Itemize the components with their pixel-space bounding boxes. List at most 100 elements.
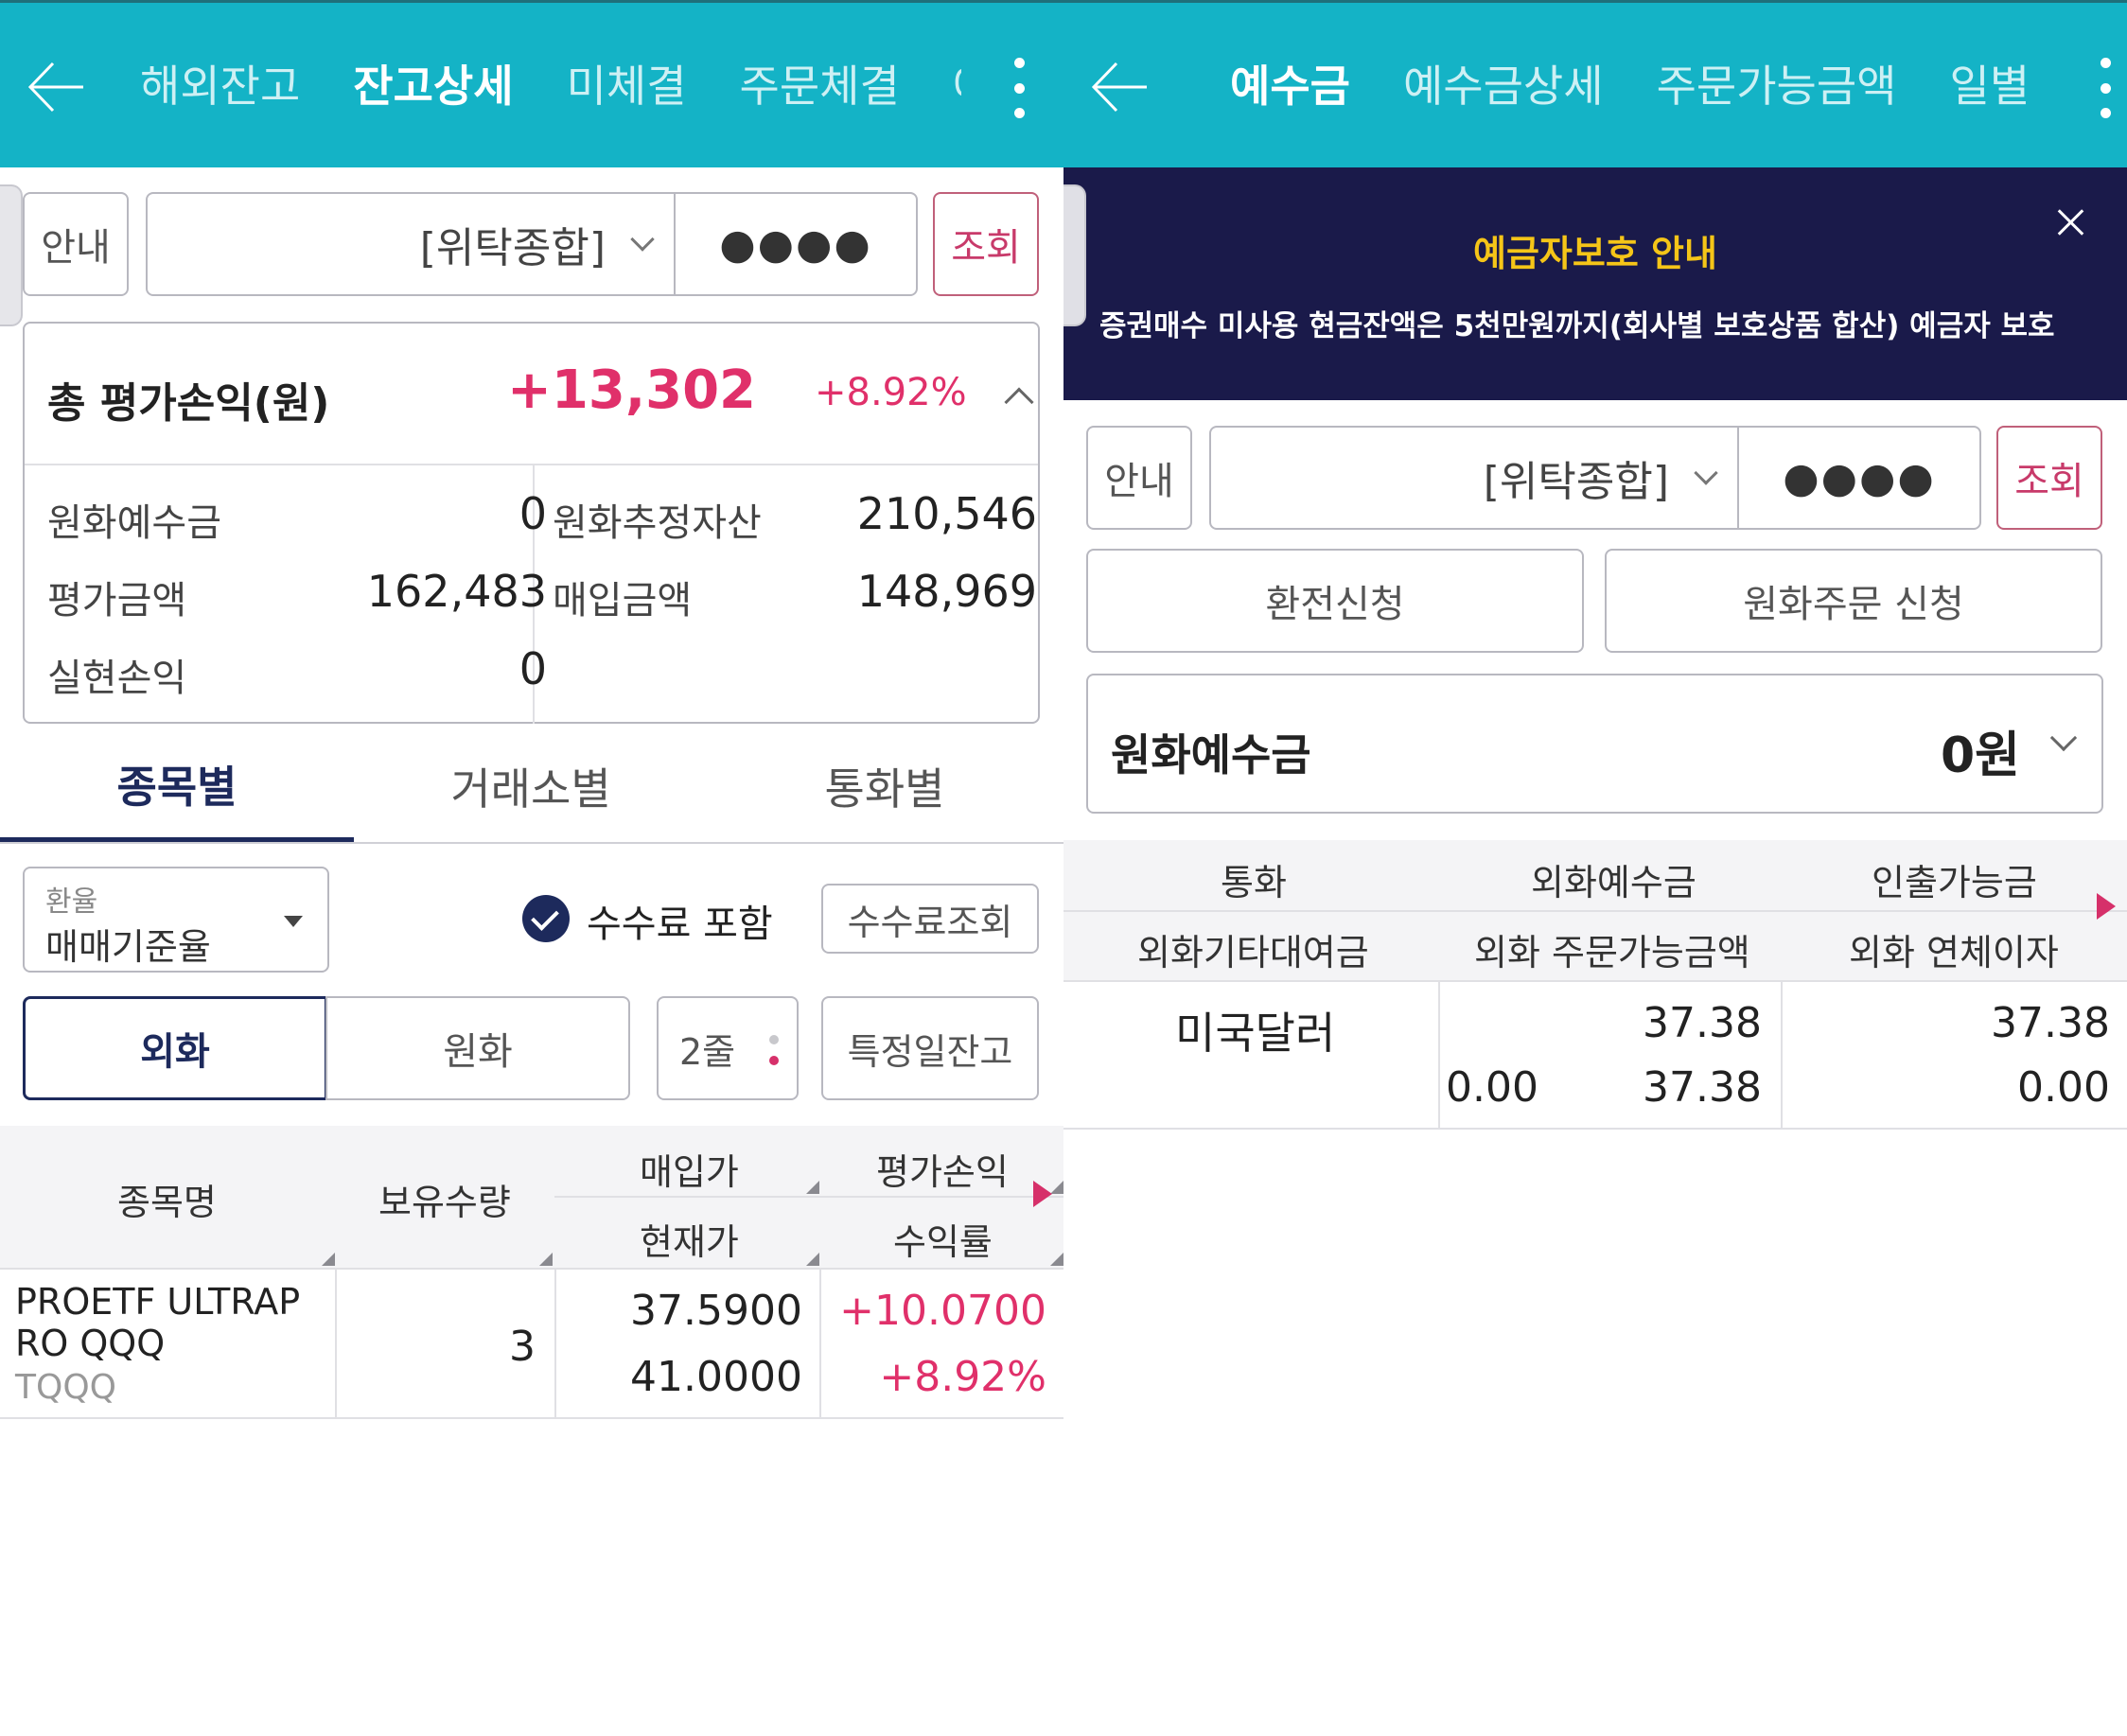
col-header-fx-orderable[interactable]: 외화 주문가능금액 xyxy=(1474,923,1750,975)
exchange-request-button[interactable]: 환전신청 xyxy=(1086,549,1584,653)
fee-include-checkbox[interactable] xyxy=(522,895,570,942)
krw-deposit-card[interactable]: 원화예수금 0원 xyxy=(1086,674,2103,814)
banner-title: 예금자보호 안내 xyxy=(1473,233,1717,274)
tab-balance-detail[interactable]: 잔고상세 xyxy=(353,3,513,170)
balance-detail-panel: 해외잔고 잔고상세 미체결 주문체결 예 안내 [위탁종합] ●●●● 조회 총… xyxy=(0,0,1064,1736)
total-pl-label: 총 평가손익(원) xyxy=(47,379,330,428)
banner-message: 증권매수 미사용 현금잔액은 5천만원까지(회사별 보호상품 합산) 예금자 보… xyxy=(1099,309,2055,343)
back-arrow-icon[interactable] xyxy=(26,58,85,116)
eval-pl: +10.0700 xyxy=(839,1287,1046,1335)
summary-header: 총 평가손익(원) +13,302 +8.92% xyxy=(25,324,1038,465)
tab-deposit[interactable]: 예수금 xyxy=(1230,3,1350,170)
col-header-other-loan[interactable]: 외화기타대여금 xyxy=(1137,923,1369,975)
table-row[interactable]: 미국달러 0.00 37.38 37.38 37.38 0.00 xyxy=(1064,980,2127,1130)
nav-tabs: 해외잔고 잔고상세 미체결 주문체결 예 xyxy=(140,3,961,170)
tab-orderable-amount[interactable]: 주문가능금액 xyxy=(1657,3,1897,170)
tab-overseas-balance[interactable]: 해외잔고 xyxy=(140,3,300,170)
tab-daily[interactable]: 일별 xyxy=(1950,3,2030,170)
holdings-table-header: 종목명 보유수량 매입가 평가손익 현재가 수익률 xyxy=(0,1126,1064,1268)
scroll-right-arrow-icon[interactable] xyxy=(2097,893,2116,920)
guide-button[interactable]: 안내 xyxy=(23,192,129,296)
tab-unfilled[interactable]: 미체결 xyxy=(567,3,687,170)
col-header-overdue-interest[interactable]: 외화 연체이자 xyxy=(1849,923,2059,975)
summary-item: 원화추정자산 210,546 xyxy=(553,488,1037,545)
col-header-pl[interactable]: 평가손익 xyxy=(876,1143,1009,1195)
stock-ticker: TQQQ xyxy=(15,1368,116,1407)
col-header-fx-deposit[interactable]: 외화예수금 xyxy=(1531,853,1696,905)
tab-by-exchange[interactable]: 거래소별 xyxy=(354,730,708,842)
summary-item: 원화예수금 0 xyxy=(47,488,547,545)
deposit-panel: 예수금 예수금상세 주문가능금액 일별 예금자보호 안내 증권매수 미사용 현금… xyxy=(1064,0,2127,1736)
table-row[interactable]: PROETF ULTRAP RO QQQ TQQQ 3 37.5900 41.0… xyxy=(0,1268,1064,1419)
overdue-interest-value: 0.00 xyxy=(2017,1063,2110,1112)
nav-tabs: 예수금 예수금상세 주문가능금액 일별 xyxy=(1230,3,2127,170)
more-menu-icon[interactable] xyxy=(2083,58,2127,118)
fee-query-button[interactable]: 수수료조회 xyxy=(821,884,1039,954)
fx-deposit-value: 37.38 xyxy=(1643,999,1762,1047)
chevron-down-icon xyxy=(1694,461,1718,485)
withdrawable-value: 37.38 xyxy=(1991,999,2110,1047)
total-pl-percent: +8.92% xyxy=(815,371,967,414)
chevron-down-icon xyxy=(630,227,655,252)
fee-include-label: 수수료 포함 xyxy=(587,903,773,946)
summary-item: 실현손익 0 xyxy=(47,643,547,700)
account-name: [위탁종합] xyxy=(1211,428,1739,528)
account-selector[interactable]: [위탁종합] ●●●● xyxy=(1209,426,1981,530)
summary-item: 평가금액 162,483 xyxy=(47,566,547,623)
total-pl-value: +13,302 xyxy=(507,359,757,421)
scroll-right-arrow-icon[interactable] xyxy=(1033,1181,1052,1207)
close-icon[interactable] xyxy=(2053,205,2087,239)
more-menu-icon[interactable] xyxy=(1005,58,1033,118)
holding-qty: 3 xyxy=(509,1323,536,1371)
back-arrow-icon[interactable] xyxy=(1090,58,1149,116)
other-loan-value: 0.00 xyxy=(1446,1063,1538,1112)
account-selector[interactable]: [위탁종합] ●●●● xyxy=(146,192,918,296)
tab-deposit-detail[interactable]: 예수금상세 xyxy=(1403,3,1604,170)
return-rate: +8.92% xyxy=(879,1353,1046,1401)
col-header-qty[interactable]: 보유수량 xyxy=(378,1173,511,1225)
password-field[interactable]: ●●●● xyxy=(676,194,916,294)
dots-icon xyxy=(769,1035,779,1065)
summary-item: 매입금액 148,969 xyxy=(553,566,1037,623)
krw-deposit-label: 원화예수금 xyxy=(1111,729,1311,780)
col-header-currency[interactable]: 통화 xyxy=(1221,853,1287,905)
top-nav-bar: 예수금 예수금상세 주문가능금액 일별 xyxy=(1064,0,2127,167)
top-nav-bar: 해외잔고 잔고상세 미체결 주문체결 예 xyxy=(0,0,1064,167)
col-header-cur-price[interactable]: 현재가 xyxy=(640,1213,739,1265)
line-count-button[interactable]: 2줄 xyxy=(657,996,799,1100)
col-header-rate[interactable]: 수익률 xyxy=(893,1213,993,1265)
col-header-name[interactable]: 종목명 xyxy=(117,1173,217,1225)
side-drawer-handle[interactable] xyxy=(1064,184,1086,326)
currency-fx-toggle[interactable]: 외화 xyxy=(23,996,327,1100)
chevron-down-icon xyxy=(2049,724,2078,752)
buy-price: 37.5900 xyxy=(630,1287,802,1335)
password-field[interactable]: ●●●● xyxy=(1739,428,1979,528)
fx-table-header: 통화 외화예수금 인출가능금 외화기타대여금 외화 주문가능금액 외화 연체이자 xyxy=(1064,840,2127,980)
tab-order-fill[interactable]: 주문체결 xyxy=(740,3,900,170)
exchange-rate-caption: 환율 xyxy=(45,886,98,919)
view-subtabs: 종목별 거래소별 통화별 xyxy=(0,730,1064,844)
exchange-rate-select[interactable]: 환율 매매기준율 xyxy=(23,867,329,973)
dropdown-triangle-icon xyxy=(284,916,303,927)
current-price: 41.0000 xyxy=(630,1353,802,1401)
stock-name-line2: RO QQQ xyxy=(15,1323,166,1364)
col-header-buy-price[interactable]: 매입가 xyxy=(640,1143,739,1195)
depositor-protection-banner: 예금자보호 안내 증권매수 미사용 현금잔액은 5천만원까지(회사별 보호상품 … xyxy=(1064,167,2127,400)
query-button[interactable]: 조회 xyxy=(1996,426,2102,530)
stock-name-line1: PROETF ULTRAP xyxy=(15,1281,301,1323)
total-summary-card: 총 평가손익(원) +13,302 +8.92% 원화예수금 0 원화추정자산 … xyxy=(23,322,1040,724)
guide-button[interactable]: 안내 xyxy=(1086,426,1192,530)
exchange-rate-value: 매매기준율 xyxy=(45,926,211,968)
specific-date-balance-button[interactable]: 특정일잔고 xyxy=(821,996,1039,1100)
currency-krw-toggle[interactable]: 원화 xyxy=(325,996,630,1100)
collapse-chevron-icon[interactable] xyxy=(1004,387,1034,417)
tab-by-stock[interactable]: 종목별 xyxy=(0,730,354,842)
col-header-withdrawable[interactable]: 인출가능금 xyxy=(1872,853,2037,905)
tab-truncated[interactable]: 예 xyxy=(953,3,961,170)
krw-deposit-value: 0원 xyxy=(1940,728,2020,784)
query-button[interactable]: 조회 xyxy=(933,192,1039,296)
krw-order-request-button[interactable]: 원화주문 신청 xyxy=(1605,549,2102,653)
tab-by-currency[interactable]: 통화별 xyxy=(708,730,1062,842)
side-drawer-handle[interactable] xyxy=(0,184,23,326)
fx-orderable-value: 37.38 xyxy=(1643,1063,1762,1112)
